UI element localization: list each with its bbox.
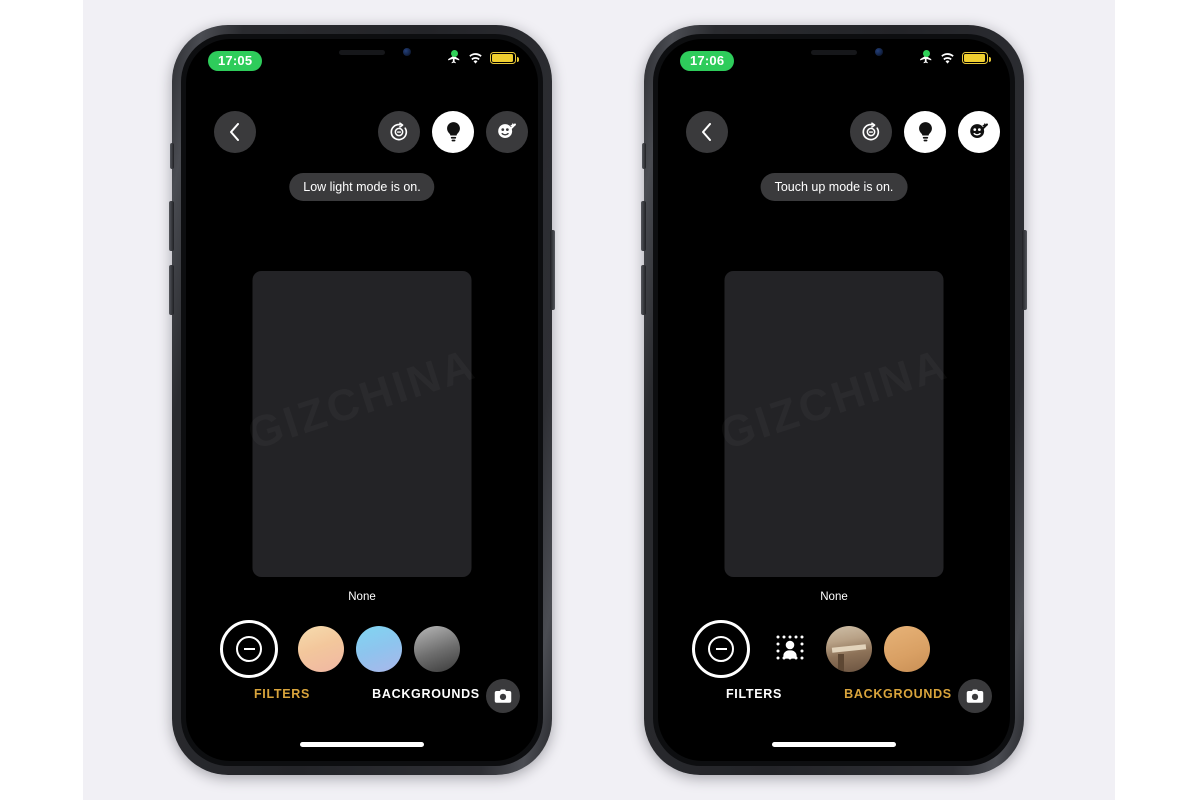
camera-controls-right [658, 111, 1010, 161]
touch-up-button[interactable] [958, 111, 1000, 153]
shutter-button[interactable] [486, 679, 520, 713]
background-blur-person-option[interactable] [770, 627, 814, 671]
back-button[interactable] [686, 111, 728, 153]
recording-dot-icon [923, 50, 930, 57]
filter-carousel[interactable] [186, 613, 538, 685]
phone-bezel-left: GIZCHINA 17:05 [181, 34, 543, 766]
battery-low-power-icon [962, 52, 991, 64]
timer-icon [390, 122, 408, 141]
background-tan-option[interactable] [884, 626, 930, 672]
mute-switch[interactable] [170, 143, 174, 169]
blur-person-icon [776, 635, 804, 660]
low-light-button[interactable] [432, 111, 474, 153]
camera-icon [494, 689, 512, 703]
back-button[interactable] [214, 111, 256, 153]
no-background-icon [708, 636, 734, 662]
volume-up-button[interactable] [169, 201, 174, 251]
status-bar-right: 17:06 [658, 39, 1010, 85]
screenshot-canvas: GIZCHINA 17:05 [0, 0, 1200, 800]
timer-button[interactable] [850, 111, 892, 153]
touch-up-face-icon [498, 122, 516, 139]
status-bar-left: 17:05 [186, 39, 538, 85]
phone-screen-left: GIZCHINA 17:05 [186, 39, 538, 761]
mute-switch[interactable] [642, 143, 646, 169]
low-light-button[interactable] [904, 111, 946, 153]
timer-icon [862, 122, 880, 141]
chevron-left-icon [702, 123, 711, 141]
phone-device-right: GIZCHINA 17:06 [641, 25, 1027, 775]
lightbulb-icon [446, 122, 460, 142]
phone-bezel-right: GIZCHINA 17:06 [653, 34, 1015, 766]
mode-toast-right: Touch up mode is on. [760, 173, 908, 201]
camera-controls-left [186, 111, 538, 161]
shutter-button[interactable] [958, 679, 992, 713]
touch-up-face-icon [970, 122, 988, 139]
filter-mono-option[interactable] [414, 626, 460, 672]
touch-up-button[interactable] [486, 111, 528, 153]
wifi-icon [469, 52, 482, 64]
no-filter-icon [236, 636, 262, 662]
selected-item-label: None [820, 591, 848, 603]
volume-up-button[interactable] [641, 201, 646, 251]
filter-none-option[interactable] [220, 620, 278, 678]
background-none-option[interactable] [692, 620, 750, 678]
power-button[interactable] [1022, 230, 1027, 310]
background-carousel[interactable] [658, 613, 1010, 685]
camera-preview-right [724, 271, 944, 577]
phone-screen-right: GIZCHINA 17:06 [658, 39, 1010, 761]
chevron-left-icon [230, 123, 239, 141]
home-indicator[interactable] [772, 742, 896, 747]
recording-dot-icon [451, 50, 458, 57]
power-button[interactable] [550, 230, 555, 310]
tab-bar-left: FILTERS BACKGROUNDS [186, 679, 538, 719]
background-room-option[interactable] [826, 626, 872, 672]
camera-preview-left [252, 271, 472, 577]
tab-bar-right: FILTERS BACKGROUNDS [658, 679, 1010, 719]
home-indicator[interactable] [300, 742, 424, 747]
timer-button[interactable] [378, 111, 420, 153]
status-time-pill: 17:05 [208, 51, 263, 71]
wifi-icon [941, 52, 954, 64]
phone-device-left: GIZCHINA 17:05 [169, 25, 555, 775]
filter-warm-option[interactable] [298, 626, 344, 672]
status-icons-right [919, 49, 991, 67]
volume-down-button[interactable] [169, 265, 174, 315]
mode-toast-left: Low light mode is on. [289, 173, 435, 201]
lightbulb-icon [918, 122, 932, 142]
volume-down-button[interactable] [641, 265, 646, 315]
status-icons-left [447, 49, 519, 67]
filter-cool-option[interactable] [356, 626, 402, 672]
selected-item-label: None [348, 591, 376, 603]
battery-low-power-icon [490, 52, 519, 64]
camera-icon [966, 689, 984, 703]
status-time-pill: 17:06 [680, 51, 735, 71]
